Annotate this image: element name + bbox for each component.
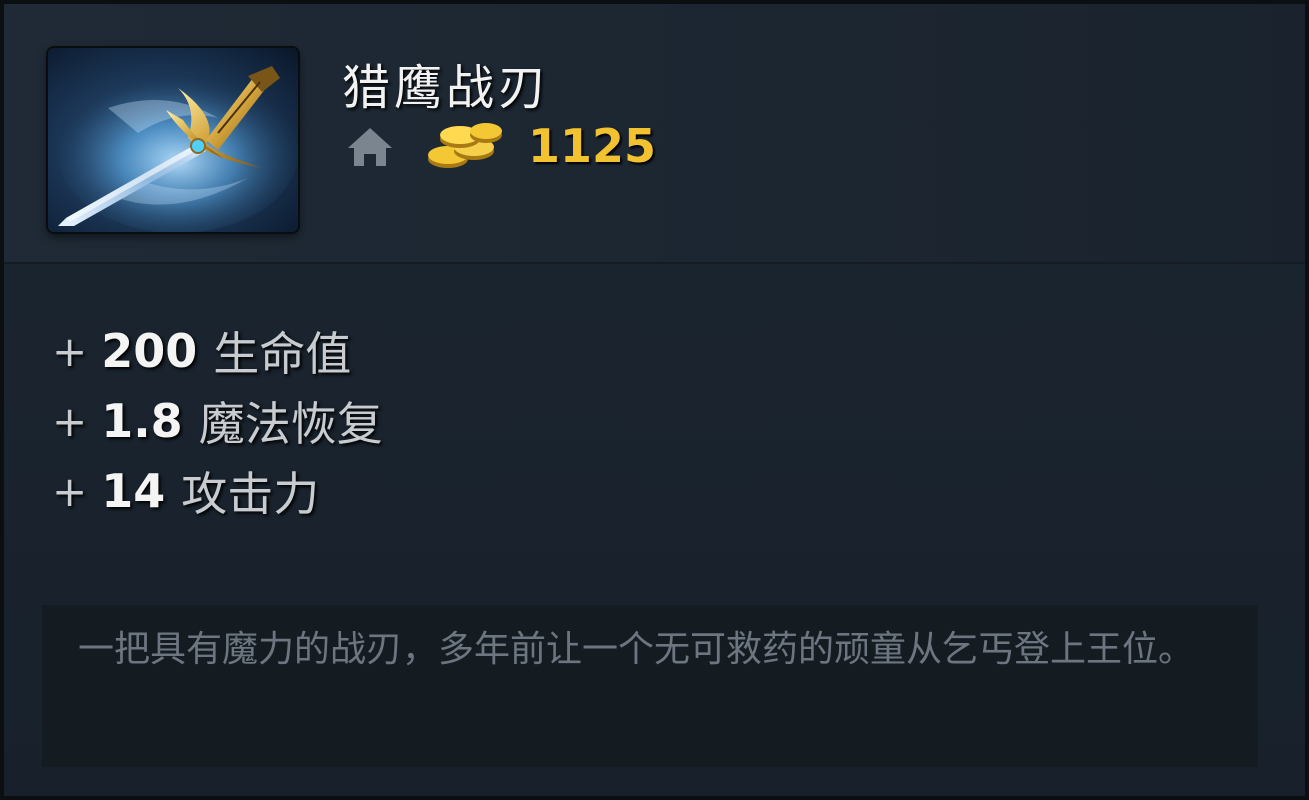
stat-label: 魔法恢复 bbox=[198, 397, 383, 451]
stat-value: 14 bbox=[101, 464, 166, 518]
stat-plus: + bbox=[52, 326, 88, 376]
gold-coins-icon bbox=[428, 123, 502, 168]
stat-row-mana-regen: + 1.8 魔法恢复 bbox=[52, 386, 383, 456]
falcon-blade-sword-icon bbox=[48, 48, 298, 232]
stat-row-health: + 200 生命值 bbox=[52, 316, 383, 386]
tooltip-header: 猎鹰战刃 1125 bbox=[4, 4, 1305, 264]
stat-label: 生命值 bbox=[213, 327, 352, 381]
stat-plus: + bbox=[52, 396, 88, 446]
stat-plus: + bbox=[52, 466, 88, 516]
lore-text: 一把具有魔力的战刃，多年前让一个无可救药的顽童从乞丐登上王位。 bbox=[42, 605, 1258, 767]
stat-row-damage: + 14 攻击力 bbox=[52, 456, 383, 526]
stat-value: 1.8 bbox=[101, 394, 183, 448]
stat-value: 200 bbox=[101, 324, 198, 378]
item-tooltip: 猎鹰战刃 1125 + 200 生命值 + 1.8 魔法恢复 + 14 攻击力 … bbox=[0, 0, 1309, 800]
stats-list: + 200 生命值 + 1.8 魔法恢复 + 14 攻击力 bbox=[52, 316, 383, 526]
home-icon bbox=[348, 128, 392, 166]
item-name: 猎鹰战刃 bbox=[342, 60, 551, 116]
item-cost: 1125 bbox=[528, 119, 657, 173]
cost-row: 1125 bbox=[344, 116, 656, 176]
stat-label: 攻击力 bbox=[181, 467, 320, 521]
